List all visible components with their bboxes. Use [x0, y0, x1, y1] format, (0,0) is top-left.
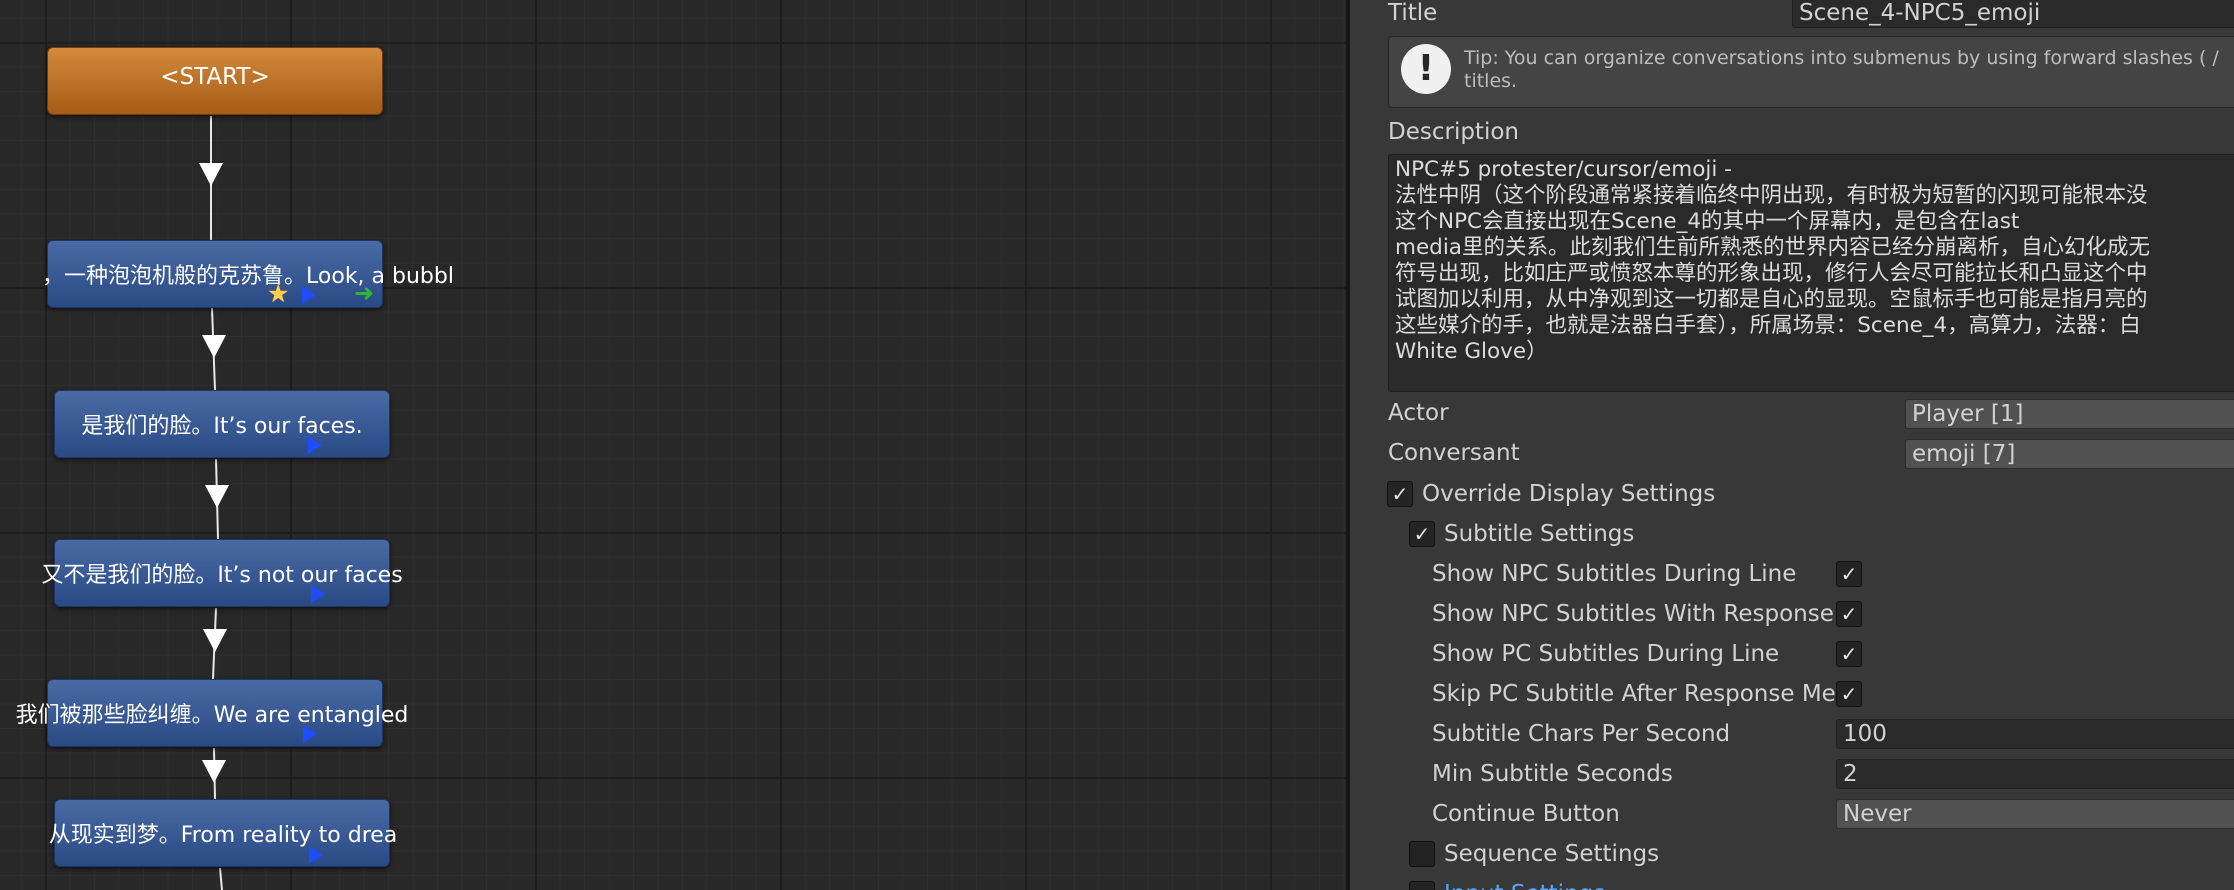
sequence-settings-label: Sequence Settings	[1444, 841, 1660, 867]
continue-button-label: Continue Button	[1432, 801, 1620, 827]
start-node-label: <START>	[160, 64, 270, 90]
title-field[interactable]: Scene_4-NPC5_emoji	[1792, 0, 2234, 28]
dialogue-node-text: 我们被那些脸纠缠。We are entangled	[15, 703, 409, 728]
min-subtitle-seconds-field[interactable]: 2	[1836, 759, 2234, 789]
show-npc-subtitles-with-response-label: Show NPC Subtitles With Response	[1432, 601, 1834, 627]
actor-label: Actor	[1388, 400, 1449, 426]
link-n5-next	[219, 867, 223, 890]
input-settings-label: Input Settings	[1444, 881, 1605, 890]
conversant-label: Conversant	[1388, 440, 1520, 466]
show-npc-subtitles-during-line-checkbox[interactable]: ✓	[1836, 561, 1862, 587]
link-arrow-icon	[202, 335, 226, 358]
start-node[interactable]: <START>	[47, 47, 383, 115]
subtitle-chars-per-second-label: Subtitle Chars Per Second	[1432, 721, 1731, 747]
subtitle-settings-label: Subtitle Settings	[1444, 521, 1635, 547]
link-arrow-icon	[203, 629, 227, 652]
override-display-label: Override Display Settings	[1422, 481, 1716, 507]
show-npc-subtitles-with-response-checkbox[interactable]: ✓	[1836, 601, 1862, 627]
exclamation-icon: !	[1401, 44, 1451, 94]
link-arrow-icon	[205, 485, 229, 508]
dialogue-node[interactable]: ，一种泡泡机般的克苏鲁。Look, a bubbl ★ ➜	[42, 240, 454, 308]
min-subtitle-seconds-label: Min Subtitle Seconds	[1432, 761, 1673, 787]
actor-dropdown[interactable]: Player [1]	[1905, 399, 2234, 429]
title-label: Title	[1388, 0, 1438, 26]
show-npc-subtitles-during-line-label: Show NPC Subtitles During Line	[1432, 561, 1797, 587]
dialogue-node[interactable]: 又不是我们的脸。It’s not our faces	[41, 539, 403, 607]
dialogue-node-text: 又不是我们的脸。It’s not our faces	[41, 563, 403, 588]
play-icon	[308, 436, 322, 454]
play-icon	[309, 846, 323, 864]
star-icon: ★	[267, 279, 290, 308]
override-display-checkbox[interactable]: ✓	[1387, 481, 1413, 507]
continue-button-dropdown[interactable]: Never	[1836, 799, 2234, 829]
conversant-dropdown[interactable]: emoji [7]	[1905, 439, 2234, 469]
description-textarea[interactable]: NPC#5 protester/cursor/emoji - 法性中阴（这个阶段…	[1388, 154, 2234, 392]
dialogue-node-text: ，一种泡泡机般的克苏鲁。Look, a bubbl	[42, 264, 454, 289]
show-pc-subtitles-during-line-checkbox[interactable]: ✓	[1836, 641, 1862, 667]
play-icon	[302, 286, 316, 304]
tip-box: ! Tip: You can organize conversations in…	[1388, 36, 2234, 108]
description-label: Description	[1388, 119, 1519, 145]
dialogue-editor-window: <START> ，一种泡泡机般的克苏鲁。Look, a bubbl ★ ➜ 是我…	[0, 0, 2234, 890]
link-arrow-icon	[202, 760, 226, 783]
arrow-right-icon: ➜	[354, 279, 375, 307]
link-arrow-icon	[199, 163, 223, 186]
show-pc-subtitles-during-line-label: Show PC Subtitles During Line	[1432, 641, 1780, 667]
tip-text: Tip: You can organize conversations into…	[1464, 47, 2219, 92]
dialogue-node[interactable]: 我们被那些脸纠缠。We are entangled	[16, 679, 408, 747]
input-settings-checkbox[interactable]: ✓	[1409, 881, 1435, 890]
sequence-settings-checkbox[interactable]: ✓	[1409, 841, 1435, 867]
play-icon	[311, 585, 325, 603]
node-graph-canvas[interactable]: <START> ，一种泡泡机般的克苏鲁。Look, a bubbl ★ ➜ 是我…	[0, 0, 1346, 890]
subtitle-settings-checkbox[interactable]: ✓	[1409, 521, 1435, 547]
skip-pc-subtitle-label: Skip PC Subtitle After Response Me	[1432, 681, 1836, 707]
dialogue-node[interactable]: 从现实到梦。From reality to drea	[49, 799, 397, 867]
subtitle-chars-per-second-field[interactable]: 100	[1836, 719, 2234, 749]
skip-pc-subtitle-checkbox[interactable]: ✓	[1836, 681, 1862, 707]
play-icon	[303, 725, 317, 743]
inspector-panel: Title Scene_4-NPC5_emoji ! Tip: You can …	[1350, 0, 2234, 890]
dialogue-node-text: 从现实到梦。From reality to drea	[48, 823, 398, 848]
dialogue-node[interactable]: 是我们的脸。It’s our faces.	[54, 390, 390, 458]
